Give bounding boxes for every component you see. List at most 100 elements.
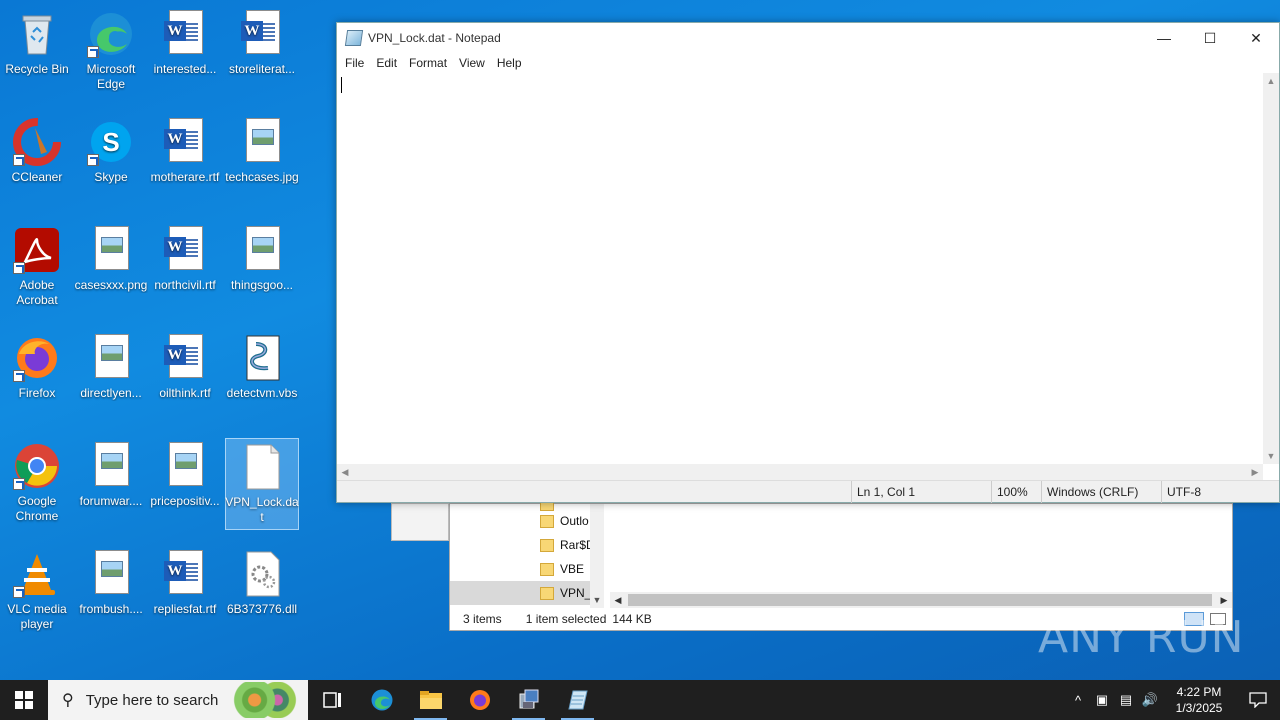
- scroll-left-icon[interactable]: ◀: [610, 592, 626, 608]
- desktop-icon-northcivil[interactable]: W northcivil.rtf: [148, 222, 222, 314]
- word-doc-icon: W: [161, 334, 209, 382]
- taskbar-search-box[interactable]: ⚲ Type here to search: [48, 680, 308, 720]
- meet-now-icon[interactable]: ▣: [1090, 692, 1114, 708]
- tree-item[interactable]: Outlo: [450, 509, 590, 533]
- desktop-icon-google-chrome[interactable]: Google Chrome: [0, 438, 74, 530]
- horizontal-scrollbar[interactable]: ◀ ▶: [337, 464, 1263, 480]
- menu-file[interactable]: File: [339, 56, 370, 70]
- taskbar-file-explorer[interactable]: [406, 680, 455, 720]
- image-file-icon: [87, 442, 135, 490]
- menu-help[interactable]: Help: [491, 56, 528, 70]
- icon-label: oilthink.rtf: [159, 386, 211, 400]
- tree-item[interactable]: Rar$D: [450, 533, 590, 557]
- desktop-icon-microsoft-edge[interactable]: Microsoft Edge: [74, 6, 148, 98]
- taskbar-clock[interactable]: 4:22 PM 1/3/2025: [1162, 684, 1236, 716]
- menu-edit[interactable]: Edit: [370, 56, 403, 70]
- icon-label: Firefox: [18, 386, 56, 400]
- tree-item-label: VBE: [560, 562, 585, 576]
- image-file-icon: [161, 442, 209, 490]
- taskbar-notepad[interactable]: [553, 680, 602, 720]
- maximize-button[interactable]: ☐: [1187, 23, 1233, 53]
- desktop-icon-thingsgoo[interactable]: thingsgoo...: [225, 222, 299, 314]
- volume-icon[interactable]: 🔊: [1138, 692, 1162, 708]
- desktop-icon-ccleaner[interactable]: CCleaner: [0, 114, 74, 206]
- notepad-status-bar: Ln 1, Col 1 100% Windows (CRLF) UTF-8: [337, 480, 1279, 503]
- taskbar-edge[interactable]: [357, 680, 406, 720]
- text-editor-area[interactable]: [337, 73, 1263, 464]
- tree-item-label: VPN_: [560, 586, 590, 600]
- menu-view[interactable]: View: [453, 56, 491, 70]
- icon-label: frombush....: [79, 602, 143, 616]
- desktop-icon-firefox[interactable]: Firefox: [0, 330, 74, 422]
- scrollbar-thumb[interactable]: [628, 594, 1212, 606]
- desktop-icon-oilthink[interactable]: W oilthink.rtf: [148, 330, 222, 422]
- desktop-icon-directlyen[interactable]: directlyen...: [74, 330, 148, 422]
- tree-item-label: Rar$D: [560, 538, 590, 552]
- navigation-tree[interactable]: Outlo Rar$D VBE VPN_ ▼: [450, 497, 604, 608]
- tree-item-selected[interactable]: VPN_: [450, 581, 590, 605]
- desktop-icon-storeliterat[interactable]: W storeliterat...: [225, 6, 299, 98]
- scroll-right-icon[interactable]: ▶: [1216, 592, 1232, 608]
- content-horizontal-scrollbar[interactable]: ◀ ▶: [610, 592, 1232, 608]
- desktop-icon-pricepositiv[interactable]: pricepositiv...: [148, 438, 222, 530]
- desktop-icon-recycle-bin[interactable]: Recycle Bin: [0, 6, 74, 98]
- folder-icon: [540, 586, 554, 600]
- notification-icon: [1249, 692, 1267, 708]
- start-button[interactable]: [0, 680, 48, 720]
- icon-label: detectvm.vbs: [226, 386, 298, 400]
- minimize-button[interactable]: —: [1141, 23, 1187, 53]
- desktop-icon-detectvm[interactable]: detectvm.vbs: [225, 330, 299, 422]
- menu-format[interactable]: Format: [403, 56, 453, 70]
- vertical-scrollbar[interactable]: ▲ ▼: [1263, 73, 1279, 464]
- icon-label: Adobe Acrobat: [16, 278, 58, 307]
- desktop-icon-motherare[interactable]: W motherare.rtf: [148, 114, 222, 206]
- notepad-icon: [567, 690, 588, 710]
- desktop-icon-frombush[interactable]: frombush....: [74, 546, 148, 638]
- desktop-icon-forumwar[interactable]: forumwar....: [74, 438, 148, 530]
- line-ending: Windows (CRLF): [1041, 481, 1161, 503]
- desktop-icon-vpn-lock[interactable]: VPN_Lock.dat: [225, 438, 299, 530]
- scroll-right-icon[interactable]: ▶: [1247, 464, 1263, 480]
- desktop-icon-techcases[interactable]: techcases.jpg: [225, 114, 299, 206]
- network-icon[interactable]: ▤: [1114, 692, 1138, 708]
- scroll-up-icon[interactable]: ▲: [1263, 73, 1279, 89]
- blank-file-icon: [238, 443, 286, 491]
- desktop-icon-adobe-acrobat[interactable]: Adobe Acrobat: [0, 222, 74, 314]
- icon-label: motherare.rtf: [150, 170, 220, 184]
- scroll-left-icon[interactable]: ◀: [337, 464, 353, 480]
- task-view-button[interactable]: [308, 680, 357, 720]
- desktop-icon-dll[interactable]: 6B373776.dll: [225, 546, 299, 638]
- scroll-down-icon[interactable]: ▼: [1263, 448, 1279, 464]
- icon-label: pricepositiv...: [150, 494, 220, 508]
- ccleaner-icon: [13, 118, 61, 166]
- tree-scrollbar[interactable]: ▼: [590, 504, 604, 608]
- icon-label: forumwar....: [79, 494, 143, 508]
- icon-label: Microsoft Edge: [86, 62, 136, 91]
- tree-item[interactable]: VBE: [450, 557, 590, 581]
- folder-icon: [540, 514, 554, 528]
- desktop-icon-vlc[interactable]: VLC media player: [0, 546, 74, 638]
- zoom-level: 100%: [991, 481, 1041, 503]
- image-file-icon: [87, 550, 135, 598]
- desktop-icon-repliesfat[interactable]: W repliesfat.rtf: [148, 546, 222, 638]
- close-button[interactable]: ✕: [1233, 23, 1279, 53]
- vbs-script-icon: [238, 334, 286, 382]
- menu-bar: File Edit Format View Help: [337, 53, 1279, 73]
- installer-icon: [519, 689, 538, 709]
- notification-center-button[interactable]: [1236, 692, 1280, 708]
- taskbar-firefox[interactable]: [455, 680, 504, 720]
- folder-icon: [540, 538, 554, 552]
- chevron-up-icon[interactable]: ^: [1066, 693, 1090, 708]
- search-highlight-image: [228, 682, 304, 718]
- desktop-icon-skype[interactable]: S Skype: [74, 114, 148, 206]
- desktop-icon-casesxxx[interactable]: casesxxx.png: [74, 222, 148, 314]
- notepad-window[interactable]: VPN_Lock.dat - Notepad — ☐ ✕ File Edit F…: [336, 22, 1280, 503]
- desktop-icon-interested[interactable]: W interested...: [148, 6, 222, 98]
- word-doc-icon: W: [161, 118, 209, 166]
- chevron-down-icon[interactable]: ▼: [590, 592, 604, 608]
- image-file-icon: [238, 118, 286, 166]
- notepad-title-bar[interactable]: VPN_Lock.dat - Notepad — ☐ ✕: [337, 23, 1279, 53]
- taskbar-installer-app[interactable]: [504, 680, 553, 720]
- encoding: UTF-8: [1161, 481, 1271, 503]
- anyrun-watermark: ANY RUN: [1038, 612, 1245, 663]
